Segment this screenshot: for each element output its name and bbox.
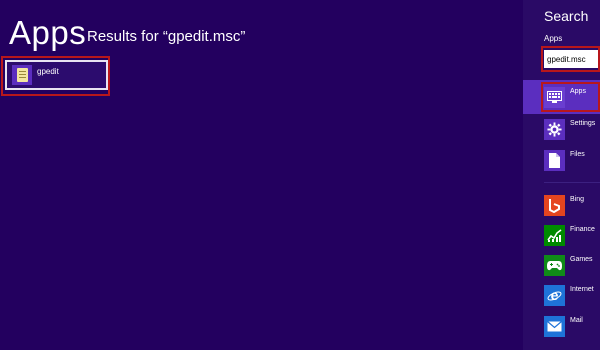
mail-icon [544,316,565,337]
games-icon [544,255,565,276]
results-for-text: Results for “gpedit.msc” [87,28,246,45]
app-filter-mail-label: Mail [570,317,583,324]
app-filter-bing-label: Bing [570,196,585,203]
search-highlight-box [541,46,600,72]
charm-divider [544,182,600,183]
app-filter-games[interactable]: Games [523,248,600,282]
search-charm: Search Apps Apps [523,0,600,350]
app-filter-games-label: Games [570,256,593,263]
filter-files[interactable]: Files [523,143,600,177]
filter-settings-label: Settings [570,120,596,127]
charm-title: Search [544,8,589,24]
app-filter-mail[interactable]: Mail [523,309,600,343]
file-icon [544,150,565,171]
filter-settings[interactable]: Settings [523,112,600,146]
app-filter-bing[interactable]: Bing [523,188,600,222]
app-filter-finance-label: Finance [570,226,595,233]
result-highlight-box [1,56,110,96]
internet-explorer-icon: e [544,285,565,306]
app-filter-internet-label: Internet [570,286,594,293]
svg-text:e: e [551,288,559,303]
gear-icon [544,119,565,140]
bing-icon [544,195,565,216]
finance-icon [544,225,565,246]
search-results-pane: Apps Results for “gpedit.msc” gpedit [0,0,523,350]
app-filter-finance[interactable]: Finance [523,218,600,252]
search-scope-label: Apps [544,34,563,43]
page-title: Apps [9,14,87,51]
app-filter-internet[interactable]: e Internet [523,278,600,312]
filter-files-label: Files [570,151,585,158]
apps-highlight-box [541,82,600,112]
